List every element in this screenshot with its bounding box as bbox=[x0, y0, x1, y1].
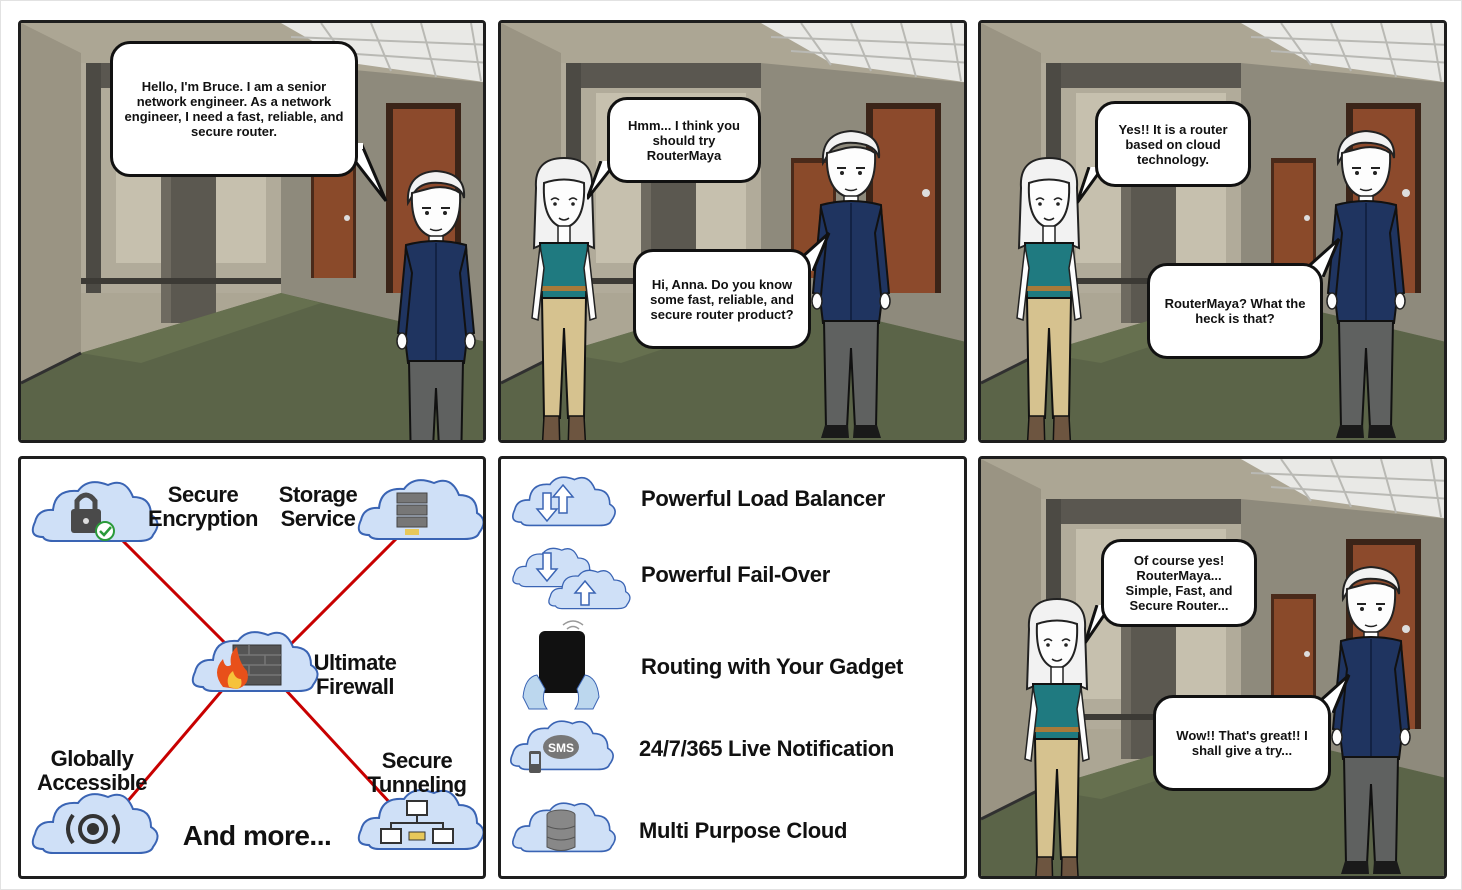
comic-panel-5-feature-list: SMS Powerful Load Balancer Powerful Fail… bbox=[498, 456, 967, 879]
and-more-label: And more... bbox=[182, 820, 332, 851]
comic-panel-6: Of course yes! RouterMaya... Simple, Fas… bbox=[978, 456, 1447, 879]
feature-item-load-balancer: Powerful Load Balancer bbox=[641, 486, 886, 511]
svg-text:SMS: SMS bbox=[548, 741, 574, 755]
load-balancer-cloud-icon bbox=[511, 476, 616, 527]
panel-6-scene bbox=[981, 459, 1444, 876]
sms-cloud-icon: SMS bbox=[509, 720, 614, 773]
comic-panel-4-feature-diagram: Secure Encryption Storage Service Ultima… bbox=[18, 456, 486, 879]
firewall-cloud-icon bbox=[191, 631, 319, 692]
server-cloud-icon bbox=[357, 479, 483, 540]
bruce-speech-bubble: Hi, Anna. Do you know some fast, reliabl… bbox=[633, 249, 811, 349]
connector-line bbox=[284, 527, 408, 651]
panel-3-scene bbox=[981, 23, 1444, 440]
feature-label-globally-accessible: Globally Accessible bbox=[37, 746, 147, 795]
comic-panel-2: Hmm... I think you should try RouterMaya… bbox=[498, 20, 967, 443]
comic-panel-3: Yes!! It is a router based on cloud tech… bbox=[978, 20, 1447, 443]
anna-speech-bubble: Hmm... I think you should try RouterMaya bbox=[607, 97, 761, 183]
feature-label-storage-service: Storage Service bbox=[278, 482, 358, 531]
tablet-icon bbox=[522, 620, 600, 710]
feature-item-multi-purpose-cloud: Multi Purpose Cloud bbox=[639, 818, 848, 843]
failover-clouds-icon bbox=[512, 547, 631, 610]
feature-label-secure-tunneling: Secure Tunneling bbox=[367, 748, 467, 797]
feature-label-ultimate-firewall: Ultimate Firewall bbox=[313, 650, 397, 699]
connector-line bbox=[109, 527, 233, 651]
panel-2-scene bbox=[501, 23, 964, 440]
feature-item-gadget-routing: Routing with Your Gadget bbox=[641, 654, 904, 679]
feature-label-secure-encryption: Secure Encryption bbox=[148, 482, 258, 531]
network-cloud-icon bbox=[357, 789, 483, 850]
bruce-speech-bubble: Hello, I'm Bruce. I am a senior network … bbox=[110, 41, 358, 177]
feature-item-live-notification: 24/7/365 Live Notification bbox=[639, 736, 895, 761]
feature-item-fail-over: Powerful Fail-Over bbox=[641, 562, 830, 587]
bruce-speech-bubble: Wow!! That's great!! I shall give a try.… bbox=[1153, 695, 1331, 791]
lock-cloud-icon bbox=[31, 481, 159, 542]
comic-panel-1: Hello, I'm Bruce. I am a senior network … bbox=[18, 20, 486, 443]
anna-speech-bubble: Of course yes! RouterMaya... Simple, Fas… bbox=[1101, 539, 1257, 627]
broadcast-cloud-icon bbox=[31, 793, 159, 854]
bruce-speech-bubble: RouterMaya? What the heck is that? bbox=[1147, 263, 1323, 359]
database-cloud-icon bbox=[511, 802, 616, 853]
anna-speech-bubble: Yes!! It is a router based on cloud tech… bbox=[1095, 101, 1251, 187]
